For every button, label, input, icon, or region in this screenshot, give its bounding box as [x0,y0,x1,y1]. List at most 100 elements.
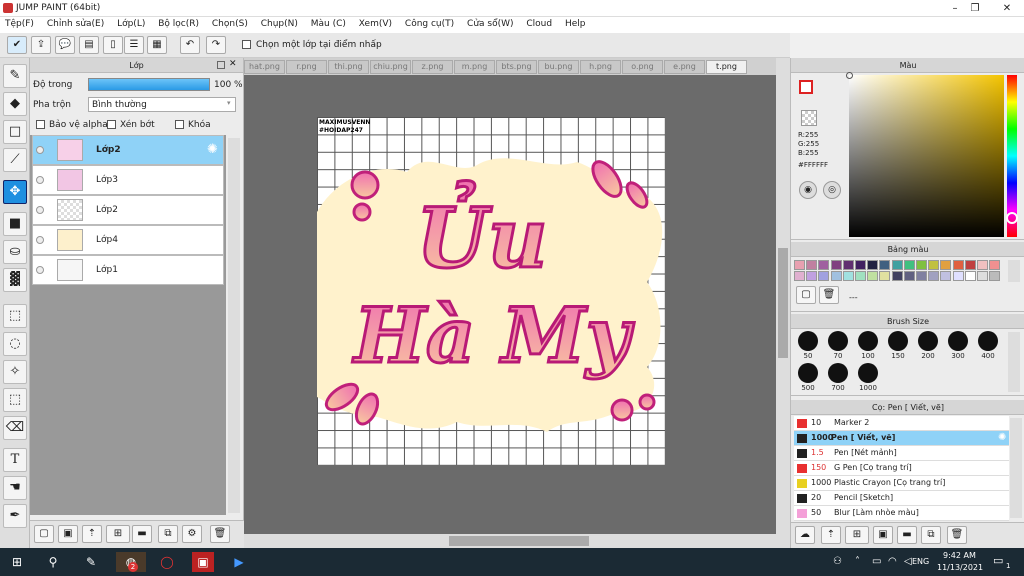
comment-icon[interactable]: 💬 [55,36,75,54]
hue-slider[interactable] [1006,75,1018,237]
shape-tool-icon[interactable]: □ [3,120,27,144]
paint-app-icon[interactable]: ✎ [80,552,102,572]
windows-start-icon[interactable]: ⊞ [6,552,28,572]
visibility-icon[interactable] [36,176,44,184]
eraser-tool-icon[interactable]: ◆ [3,92,27,116]
select-eraser-icon[interactable]: ⌫ [3,416,27,440]
palette-swatch[interactable] [879,271,891,281]
menu-edit[interactable]: Chỉnh sửa(E) [42,17,109,29]
pen-item[interactable]: 1000 Plastic Crayon [Cọ trang trí] [794,476,1009,491]
clock-time[interactable]: 9:42 AM [943,551,976,560]
move-tool-icon[interactable]: ✥ [3,180,27,204]
brush-size-option[interactable]: 500 [793,363,823,392]
gradient-tool-icon[interactable]: ▓ [3,268,27,292]
document-icon[interactable]: ▯ [103,36,123,54]
menu-window[interactable]: Cửa sổ(W) [462,17,518,29]
palette-swatch[interactable] [879,260,891,270]
notification-center-icon[interactable]: ▭ [993,554,1003,567]
palette-swatch[interactable] [903,271,915,281]
export-icon[interactable]: ⇪ [31,36,51,54]
text-tool-icon[interactable]: T [3,448,27,472]
cloud-brush-icon[interactable]: ☁ [795,526,815,544]
palette-swatch[interactable] [977,271,988,281]
menu-view[interactable]: Xem(V) [354,17,397,29]
clipping-checkbox[interactable] [107,120,116,129]
palette-swatch[interactable] [964,260,976,270]
palette-swatch[interactable] [855,271,866,281]
protect-alpha-checkbox[interactable] [36,120,45,129]
palette-swatch[interactable] [794,260,805,270]
palette-swatch[interactable] [916,260,927,270]
palette-swatch[interactable] [867,271,879,281]
palette-swatch[interactable] [818,260,830,270]
menu-select[interactable]: Chọn(S) [207,17,253,29]
horizontal-scrollbar[interactable] [244,534,790,548]
pen-item[interactable]: 150 G Pen [Cọ trang trí] [794,461,1009,476]
palette-swatch[interactable] [794,271,805,281]
pen-item[interactable]: 1000 Pen [ Viết, vẽ] ✺ [794,431,1009,446]
file-tab[interactable]: o.png [622,60,663,74]
select-from-point-checkbox[interactable] [242,40,251,49]
pen-tool-icon[interactable]: ✎ [3,64,27,88]
palette-swatch[interactable] [940,260,952,270]
menu-cloud[interactable]: Cloud [521,17,557,29]
panel-float-icon[interactable] [217,61,225,69]
menu-capture[interactable]: Chụp(N) [256,17,303,29]
brush-size-option[interactable]: 700 [823,363,853,392]
brush-size-option[interactable]: 100 [853,331,883,360]
palette-swatch[interactable] [989,271,1001,281]
file-tab[interactable]: thi.png [328,60,369,74]
palette-swatch[interactable] [806,260,818,270]
opacity-slider[interactable] [88,78,210,91]
menu-filter[interactable]: Bộ lọc(R) [153,17,204,29]
layer-up-icon[interactable]: ⇡ [82,525,102,543]
menu-help[interactable]: Help [560,17,591,29]
pen-item[interactable]: 20 Pencil [Sketch] [794,491,1009,506]
layer-row[interactable]: Lớp2 ✺ [32,135,224,165]
brush-size-option[interactable]: 400 [973,331,1003,360]
layer-row[interactable]: Lớp3 [32,165,224,195]
blend-mode-select[interactable]: Bình thường ▾ [88,97,236,112]
zoom-icon[interactable]: ▶ [228,552,250,572]
vertical-scrollbar[interactable] [776,58,790,534]
palette-swatch[interactable] [928,271,940,281]
brush-size-option[interactable]: 50 [793,331,823,360]
language-indicator[interactable]: ENG [912,557,929,566]
wifi-icon[interactable]: ◠ [888,556,897,567]
palette-swatch[interactable] [842,260,854,270]
saturation-value-picker[interactable] [846,72,1004,237]
brush-size-option[interactable]: 70 [823,331,853,360]
layer-row[interactable]: Lớp4 [32,225,224,255]
opera-icon[interactable]: ◯ [156,552,178,572]
palette-swatch[interactable] [842,271,854,281]
chevron-up-icon[interactable]: ˄ [855,556,860,567]
magic-wand-icon[interactable]: ✧ [3,360,27,384]
grid-icon[interactable]: ▦ [147,36,167,54]
menu-file[interactable]: Tệp(F) [0,17,39,29]
list-icon[interactable]: ☰ [124,36,144,54]
brush-duplicate-icon[interactable]: ⧉ [921,526,941,544]
palette-swatch[interactable] [964,271,976,281]
pen-item[interactable]: 50 Blur [Làm nhòe màu] [794,506,1009,521]
palette-doc-icon[interactable]: ▢ [796,286,816,304]
visibility-icon[interactable] [36,146,44,154]
note-icon[interactable]: ▤ [79,36,99,54]
palette-swatch[interactable] [903,260,915,270]
brush-size-option[interactable]: 200 [913,331,943,360]
maximize-button[interactable]: ❐ [960,0,990,17]
brush-size-option[interactable]: 150 [883,331,913,360]
visibility-icon[interactable] [36,206,44,214]
brush-size-option[interactable]: 1000 [853,363,883,392]
eyedropper-icon[interactable]: ✒ [3,504,27,528]
file-tab[interactable]: m.png [454,60,495,74]
palette-swatch[interactable] [891,271,903,281]
rect-select-icon[interactable]: ⬚ [3,304,27,328]
brush-trash-icon[interactable]: 🗑 [947,526,967,544]
brush-size-option[interactable]: 300 [943,331,973,360]
lasso-select-icon[interactable]: ◌ [3,332,27,356]
people-icon[interactable]: ⚇ [833,556,842,567]
menu-color[interactable]: Màu (C) [306,17,351,29]
layer-add-menu-icon[interactable]: ⊞ [106,525,130,543]
gear-icon[interactable]: ✺ [998,431,1006,445]
palette-swatch[interactable] [818,271,830,281]
